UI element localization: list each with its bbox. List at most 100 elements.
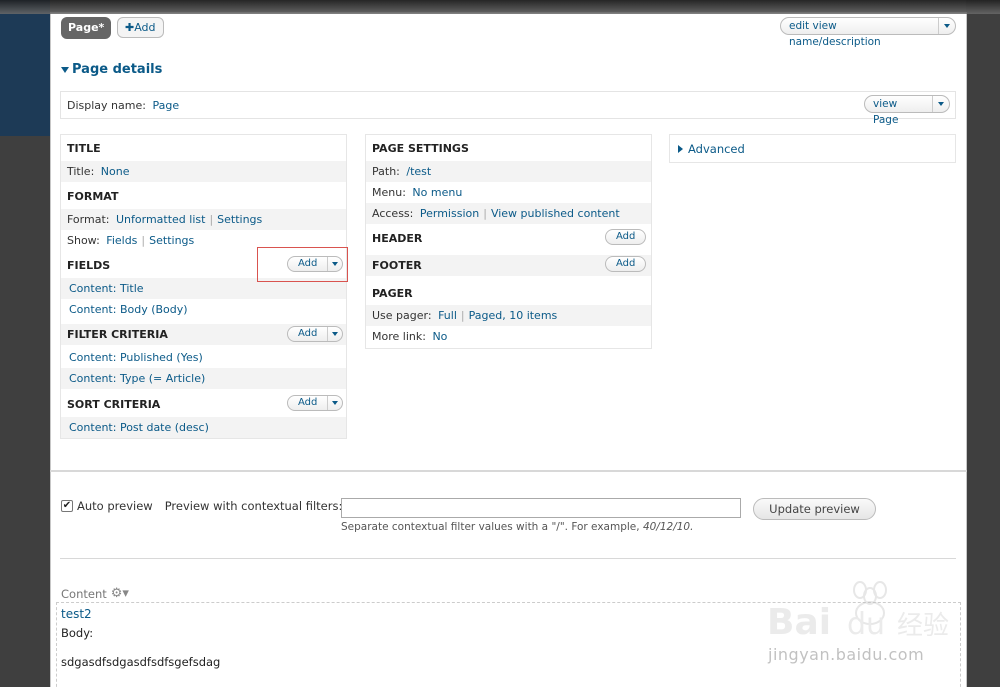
format-value-link[interactable]: Unformatted list [116,213,205,226]
auto-preview-label[interactable]: Auto preview [77,499,153,513]
access-setting-row: Access: Permission | View published conten… [366,203,651,224]
more-link-label: More link: [372,330,426,343]
sort-item: Content: Post date (desc) [61,417,346,438]
body-text: sdgasdfsdgasdfsdfsgefsdag [61,655,221,669]
footer-add-button[interactable]: Add [605,256,647,272]
top-shadow-bar [0,0,1000,14]
filter-item: Content: Published (Yes) [61,347,346,368]
use-pager-value-link[interactable]: Full [438,309,457,322]
edit-view-name-dropbutton[interactable]: edit view name/description [780,17,956,48]
filter-link-type[interactable]: Content: Type (= Article) [69,372,205,385]
contextual-filters-label: Preview with contextual filters: [164,499,343,513]
more-link-value-link[interactable]: No [432,330,447,343]
page-settings-heading: PAGE SETTINGS [372,142,469,155]
title-label: Title: [67,165,95,178]
help-example: 40/12/10. [642,521,694,533]
add-display-button[interactable]: ✚Add [117,17,164,38]
title-setting-row: Title: None [61,161,346,182]
plus-icon: ✚ [125,21,135,34]
access-value-link[interactable]: Permission [420,207,479,220]
path-setting-row: Path: /test [366,161,651,182]
triangle-right-icon [678,145,683,153]
add-display-label: Add [134,21,156,34]
menu-setting-row: Menu: No menu [366,182,651,203]
svg-text:du: du [847,607,885,642]
chevron-down-icon[interactable] [933,96,949,112]
page-details-toggle[interactable]: Page details [61,62,162,77]
header-add-label[interactable]: Add [606,230,645,244]
access-extra-link[interactable]: View published content [491,207,620,220]
field-item: Content: Body (Body) [61,299,346,320]
auto-preview-row: ✔ Auto preview Preview with contextual f… [61,499,342,513]
view-page-dropbutton[interactable]: view Page [864,95,950,126]
view-page-label[interactable]: view Page [865,96,933,126]
filter-add-label[interactable]: Add [288,327,327,341]
chevron-down-icon[interactable] [327,396,342,410]
background-right [966,0,1000,687]
separator: | [460,309,465,322]
triangle-down-icon [61,66,69,73]
column-advanced: Advanced [669,134,956,163]
header-add-button[interactable]: Add [605,229,647,245]
red-highlight-annotation [257,247,348,282]
page-details-heading: Page details [72,62,163,77]
separator: | [209,213,214,226]
node-title-link[interactable]: test2 [61,607,92,621]
background-left-accent [0,0,50,136]
display-name-bar: Display name: Page [60,91,956,119]
format-setting-row: Format: Unformatted list | Settings [61,209,346,230]
tab-page-display[interactable]: Page* [61,17,112,39]
format-heading: FORMAT [67,190,119,203]
format-settings-link[interactable]: Settings [217,213,262,226]
format-label: Format: [67,213,110,226]
display-name: Display name: Page [67,99,179,112]
field-link-title[interactable]: Content: Title [69,282,144,295]
contextual-filters-input[interactable] [341,498,741,518]
advanced-toggle[interactable]: Advanced [678,142,745,156]
chevron-down-icon[interactable] [327,327,342,341]
filter-item: Content: Type (= Article) [61,368,346,389]
title-heading: TITLE [67,142,101,155]
menu-label: Menu: [372,186,406,199]
edit-view-name-label[interactable]: edit view name/description [781,18,939,48]
advanced-label[interactable]: Advanced [688,142,745,156]
help-text: Separate contextual filter values with a… [341,521,640,533]
use-pager-extra-link[interactable]: Paged, 10 items [469,309,558,322]
sort-link-post-date[interactable]: Content: Post date (desc) [69,421,209,434]
watermark-url: jingyan.baidu.com [768,645,925,664]
section-divider [50,470,967,472]
access-label: Access: [372,207,414,220]
use-pager-row: Use pager: Full | Paged, 10 items [366,305,651,326]
chevron-down-icon[interactable] [939,18,955,34]
gear-icon[interactable]: ⚙▾ [111,586,129,601]
path-label: Path: [372,165,400,178]
contextual-filters-help: Separate contextual filter values with a… [341,521,693,533]
more-link-row: More link: No [366,326,651,347]
sort-add-button[interactable]: Add [287,395,344,411]
update-preview-button[interactable]: Update preview [753,498,876,520]
path-value-link[interactable]: /test [406,165,431,178]
footer-add-label[interactable]: Add [606,257,645,271]
content-label-text: Content [61,586,107,601]
content-area-label: Content ⚙▾ [61,586,129,601]
sort-add-label[interactable]: Add [288,396,327,410]
svg-text:经验: 经验 [897,611,949,641]
preview-divider [60,558,956,559]
title-value-link[interactable]: None [101,165,130,178]
separator: | [141,234,146,247]
pager-heading: PAGER [372,287,413,300]
menu-value-link[interactable]: No menu [412,186,462,199]
display-name-label: Display name: [67,99,146,112]
auto-preview-checkbox[interactable]: ✔ [61,500,73,512]
filter-add-button[interactable]: Add [287,326,344,342]
body-label: Body: [61,626,94,640]
display-name-link[interactable]: Page [152,99,179,112]
show-value-link[interactable]: Fields [106,234,137,247]
filter-link-published[interactable]: Content: Published (Yes) [69,351,203,364]
field-link-body[interactable]: Content: Body (Body) [69,303,188,316]
show-label: Show: [67,234,100,247]
show-settings-link[interactable]: Settings [149,234,194,247]
use-pager-label: Use pager: [372,309,432,322]
column-main-settings: TITLE Title: None FORMAT Format: Unforma… [60,134,347,439]
svg-text:Bai: Bai [767,602,831,643]
